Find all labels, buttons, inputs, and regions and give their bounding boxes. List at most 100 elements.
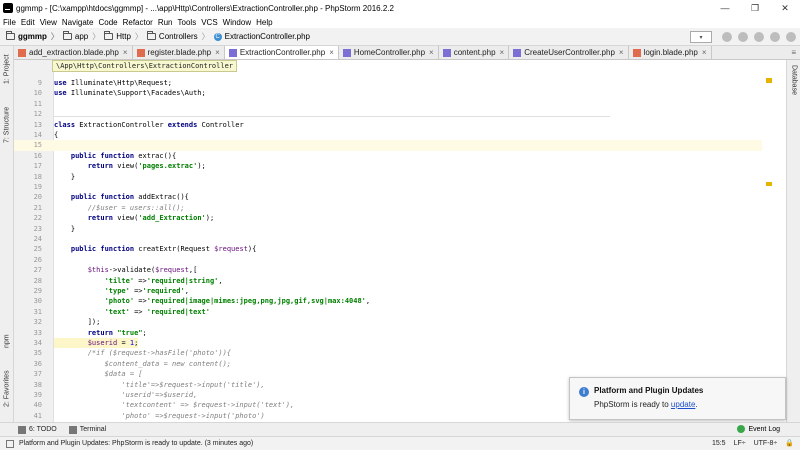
code-line[interactable]: 9 use Illuminate\Http\Request; bbox=[14, 78, 762, 88]
line-number: 10 bbox=[33, 89, 42, 98]
code-line[interactable]: 25 public function creatExtr(Request $re… bbox=[14, 244, 762, 254]
code-line[interactable]: 16 public function extrac(){ bbox=[14, 151, 762, 161]
tab-extraction-controller[interactable]: ExtractionController.php × bbox=[224, 46, 339, 59]
close-icon[interactable]: × bbox=[619, 48, 624, 57]
menu-run[interactable]: Run bbox=[158, 18, 173, 27]
menu-edit[interactable]: Edit bbox=[21, 18, 35, 27]
code-text: 'tilte' =>'required|string', bbox=[104, 276, 223, 285]
close-icon[interactable]: × bbox=[429, 48, 434, 57]
code-line[interactable]: 33 return "true"; bbox=[14, 328, 762, 338]
menu-tools[interactable]: Tools bbox=[178, 18, 197, 27]
code-text: ]); bbox=[54, 318, 101, 327]
code-text: use Illuminate\Http\Request; bbox=[54, 79, 173, 87]
code-line[interactable]: 12 bbox=[14, 109, 762, 119]
code-line[interactable]: 32 ]); bbox=[14, 317, 762, 327]
menu-vcs[interactable]: VCS bbox=[201, 18, 217, 27]
code-line[interactable]: 29 'type' =>'required', bbox=[14, 286, 762, 296]
tab-database[interactable]: Database bbox=[787, 60, 800, 100]
breadcrumb-item-ggmmp[interactable]: ggmmp 〉 bbox=[6, 31, 59, 42]
code-line[interactable]: 24 bbox=[14, 234, 762, 244]
code-line[interactable]: 31 'text' => 'required|text' bbox=[14, 307, 762, 317]
menu-file[interactable]: File bbox=[3, 18, 16, 27]
code-line[interactable]: 22 return view('add_Extraction'); bbox=[14, 213, 762, 223]
tab-terminal[interactable]: Terminal bbox=[68, 425, 106, 434]
menu-code[interactable]: Code bbox=[98, 18, 117, 27]
tab-login[interactable]: login.blade.php × bbox=[629, 46, 712, 59]
close-icon[interactable]: × bbox=[500, 48, 505, 57]
breadcrumb-item-app[interactable]: app 〉 bbox=[62, 31, 100, 42]
run-icon[interactable] bbox=[722, 32, 732, 42]
folder-icon bbox=[104, 31, 114, 40]
file-encoding[interactable]: UTF-8÷ bbox=[754, 440, 778, 447]
code-line[interactable]: 10 use Illuminate\Support\Facades\Auth; bbox=[14, 88, 762, 98]
tab-create-user-controller[interactable]: CreateUserController.php × bbox=[509, 46, 629, 59]
close-icon[interactable]: × bbox=[329, 48, 334, 57]
tab-content[interactable]: content.php × bbox=[439, 46, 510, 59]
menu-window[interactable]: Window bbox=[223, 18, 251, 27]
code-line[interactable]: 15 bbox=[14, 140, 762, 151]
tab-favorites[interactable]: 2: Favorites bbox=[0, 366, 14, 412]
run-configuration-select[interactable]: ▾ bbox=[690, 31, 712, 43]
line-number: 23 bbox=[33, 224, 42, 233]
coverage-icon[interactable] bbox=[754, 32, 764, 42]
lock-icon[interactable]: 🔒 bbox=[785, 439, 794, 447]
code-line[interactable]: 30 'photo' =>'required|image|mimes:jpeg,… bbox=[14, 296, 762, 306]
code-line[interactable]: 34 $userid = 1; bbox=[14, 338, 762, 349]
tab-register[interactable]: register.blade.php × bbox=[133, 46, 225, 59]
caret-position[interactable]: 15:5 bbox=[712, 440, 726, 447]
tab-todo[interactable]: 6: TODO bbox=[18, 425, 57, 434]
line-number: 36 bbox=[33, 359, 42, 368]
listen-debug-icon[interactable] bbox=[770, 32, 780, 42]
code-line[interactable]: 28 'tilte' =>'required|string', bbox=[14, 276, 762, 286]
search-icon[interactable] bbox=[786, 32, 796, 42]
line-number: 26 bbox=[33, 255, 42, 264]
update-link[interactable]: update bbox=[671, 400, 695, 409]
menu-view[interactable]: View bbox=[40, 18, 57, 27]
close-icon[interactable]: × bbox=[702, 48, 707, 57]
code-line[interactable]: 11 bbox=[14, 99, 762, 109]
warning-marker[interactable] bbox=[766, 182, 772, 186]
code-line[interactable]: 26 bbox=[14, 255, 762, 265]
breadcrumb-item-controllers[interactable]: Controllers 〉 bbox=[146, 31, 210, 42]
line-separator[interactable]: LF÷ bbox=[734, 440, 746, 447]
editor-scrollbar[interactable] bbox=[762, 60, 774, 422]
line-number: 29 bbox=[33, 287, 42, 295]
tab-structure[interactable]: 7: Structure bbox=[0, 102, 14, 148]
code-line[interactable]: 21 //$user = users::all(); bbox=[14, 203, 762, 213]
code-line[interactable]: 13 class ExtractionController extends Con… bbox=[14, 120, 762, 130]
code-line[interactable]: 20 public function addExtrac(){ bbox=[14, 192, 762, 202]
code-line[interactable]: 27 $this->validate($request,[ bbox=[14, 265, 762, 275]
line-number: 34 bbox=[33, 339, 42, 347]
event-log-button[interactable]: Event Log bbox=[737, 425, 780, 433]
tool-windows-icon[interactable] bbox=[6, 439, 14, 448]
tab-home-controller[interactable]: HomeController.php × bbox=[339, 46, 439, 59]
code-line[interactable]: 23 } bbox=[14, 224, 762, 234]
status-message[interactable]: Platform and Plugin Updates: PhpStorm is… bbox=[19, 440, 253, 447]
breadcrumb-item-http[interactable]: Http 〉 bbox=[104, 31, 143, 42]
maximize-button[interactable]: ❐ bbox=[740, 0, 770, 16]
menu-help[interactable]: Help bbox=[256, 18, 272, 27]
code-line[interactable]: 18 } bbox=[14, 172, 762, 182]
code-editor[interactable]: 9 use Illuminate\Http\Request; 10 use Illum… bbox=[14, 60, 774, 422]
debug-icon[interactable] bbox=[738, 32, 748, 42]
code-line[interactable]: 14 { bbox=[14, 130, 762, 140]
tab-list-icon[interactable]: ≡ bbox=[787, 46, 800, 59]
tab-add-extraction[interactable]: add_extraction.blade.php × bbox=[14, 46, 133, 59]
menu-navigate[interactable]: Navigate bbox=[62, 18, 94, 27]
warning-marker[interactable] bbox=[766, 78, 772, 83]
tab-npm[interactable]: npm bbox=[0, 330, 14, 352]
line-number: 33 bbox=[33, 328, 42, 337]
update-notification[interactable]: i Platform and Plugin Updates PhpStorm i… bbox=[569, 377, 786, 420]
tab-project[interactable]: 1: Project bbox=[0, 50, 14, 88]
code-line[interactable]: 36 $content_data = new content(); bbox=[14, 359, 762, 369]
code-line[interactable]: 17 return view('pages.extrac'); bbox=[14, 161, 762, 171]
menu-refactor[interactable]: Refactor bbox=[123, 18, 153, 27]
breadcrumb-item-file[interactable]: C ExtractionController.php bbox=[213, 32, 310, 41]
code-line[interactable]: 19 bbox=[14, 182, 762, 192]
minimize-button[interactable]: — bbox=[710, 0, 740, 16]
close-button[interactable]: ✕ bbox=[770, 0, 800, 16]
close-icon[interactable]: × bbox=[123, 48, 128, 57]
close-icon[interactable]: × bbox=[215, 48, 220, 57]
code-text: return "true"; bbox=[87, 328, 147, 337]
code-line[interactable]: 35 /*if ($request->hasFile('photo')){ bbox=[14, 348, 762, 358]
